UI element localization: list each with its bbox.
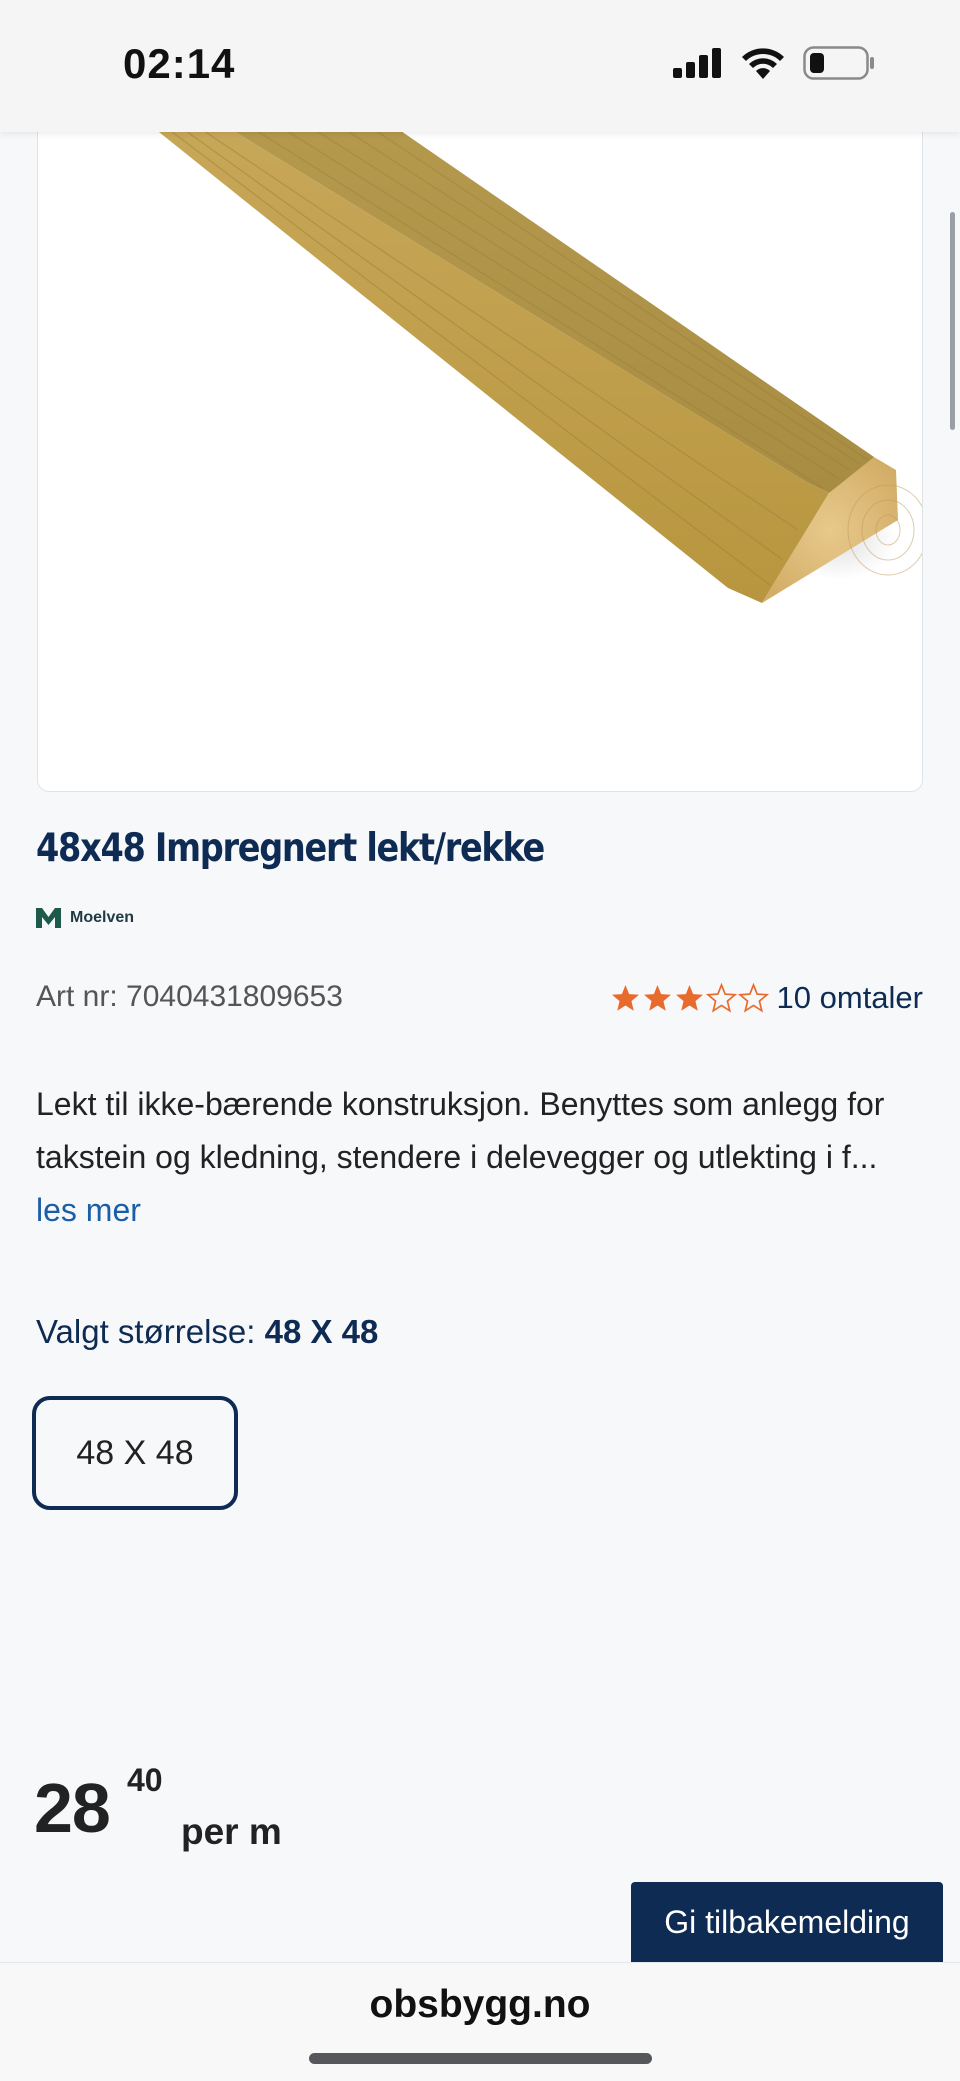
home-indicator[interactable] — [309, 2053, 652, 2064]
product-title: 48x48 Impregnert lekt/rekke — [36, 826, 545, 871]
price-main: 28 — [34, 1769, 111, 1847]
rating[interactable]: 10 omtaler — [610, 980, 923, 1016]
address-bar-url[interactable]: obsbygg.no — [0, 1983, 960, 2027]
status-bar: 02:14 — [0, 0, 960, 132]
status-time: 02:14 — [123, 40, 236, 87]
article-number: Art nr: 7040431809653 — [36, 980, 343, 1013]
status-icons — [673, 46, 875, 80]
signal-icon — [673, 48, 721, 78]
size-option-48x48[interactable]: 48 X 48 — [32, 1396, 238, 1510]
star-filled-icon — [611, 984, 639, 1011]
brand-name: Moelven — [70, 909, 135, 926]
description-text: Lekt til ikke-bærende konstruksjon. Beny… — [36, 1086, 885, 1175]
product-description: Lekt til ikke-bærende konstruksjon. Beny… — [36, 1078, 926, 1237]
rating-stars — [610, 982, 769, 1014]
wifi-icon — [742, 48, 784, 79]
price-unit: per m — [181, 1811, 282, 1852]
star-filled-icon — [675, 984, 703, 1011]
star-empty-icon — [705, 982, 737, 1013]
page-scrollbar[interactable] — [950, 212, 955, 430]
brand-logo[interactable]: Moelven — [36, 908, 134, 928]
reviews-link[interactable]: 10 omtaler — [777, 980, 923, 1016]
battery-icon — [803, 46, 874, 80]
product-image[interactable] — [37, 100, 923, 792]
read-more-link[interactable]: les mer — [36, 1192, 141, 1228]
star-filled-icon — [643, 984, 671, 1011]
selected-size-label: Valgt størrelse: 48 X 48 — [36, 1313, 378, 1351]
moelven-logo-icon — [36, 908, 61, 928]
star-empty-icon — [737, 982, 769, 1013]
selected-size-value: 48 X 48 — [264, 1313, 379, 1350]
lumber-image — [119, 100, 922, 603]
price-decimals: 40 — [127, 1762, 163, 1798]
feedback-button[interactable]: Gi tilbakemelding — [631, 1882, 943, 1962]
size-label-text: Valgt størrelse: — [36, 1313, 256, 1350]
